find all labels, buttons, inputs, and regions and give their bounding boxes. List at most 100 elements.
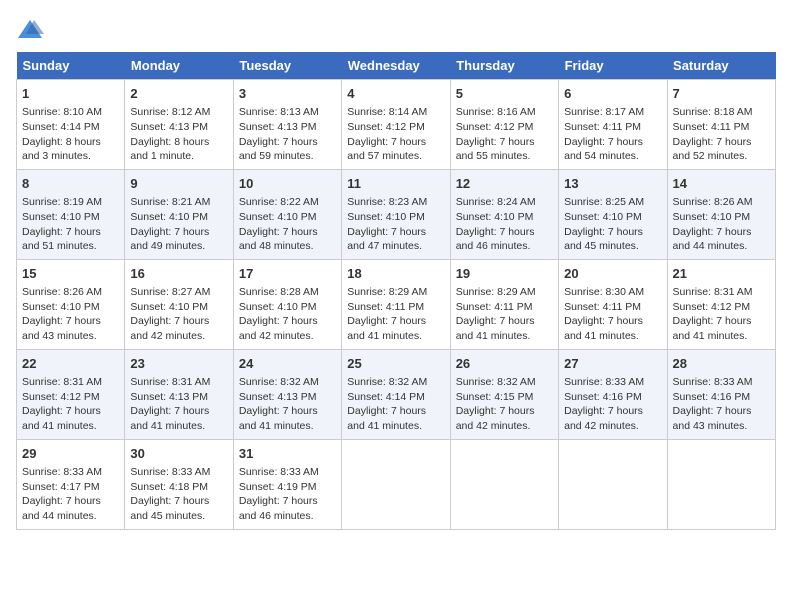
sunrise-text: Sunrise: 8:28 AM (239, 286, 319, 298)
sunset-text: Sunset: 4:10 PM (22, 301, 100, 313)
sunset-text: Sunset: 4:18 PM (130, 481, 208, 493)
sunrise-text: Sunrise: 8:27 AM (130, 286, 210, 298)
sunset-text: Sunset: 4:11 PM (347, 301, 424, 313)
sunset-text: Sunset: 4:17 PM (22, 481, 100, 493)
daylight-text: Daylight: 7 hours and 41 minutes. (456, 315, 535, 342)
calendar-cell: 25 Sunrise: 8:32 AM Sunset: 4:14 PM Dayligh… (342, 349, 450, 439)
calendar-cell: 3Sunrise: 8:13 AMSunset: 4:13 PMDaylight… (233, 80, 341, 170)
calendar-cell: 20Sunrise: 8:30 AMSunset: 4:11 PMDayligh… (559, 259, 667, 349)
day-number: 8 (22, 175, 119, 193)
daylight-text: Daylight: 7 hours and 54 minutes. (564, 136, 643, 163)
daylight-text: Daylight: 7 hours and 45 minutes. (564, 226, 643, 253)
sunset-text: Sunset: 4:16 PM (564, 391, 642, 403)
daylight-text: Daylight: 7 hours and 52 minutes. (673, 136, 752, 163)
day-number: 2 (130, 85, 227, 103)
week-row: 22Sunrise: 8:31 AMSunset: 4:12 PMDayligh… (17, 349, 776, 439)
daylight-text: Daylight: 8 hours and 1 minute. (130, 136, 209, 163)
calendar-cell (450, 439, 558, 529)
sunrise-text: Sunrise: 8:19 AM (22, 196, 102, 208)
day-number: 6 (564, 85, 661, 103)
calendar-cell: 5Sunrise: 8:16 AMSunset: 4:12 PMDaylight… (450, 80, 558, 170)
day-number: 27 (564, 355, 661, 373)
calendar-cell: 10Sunrise: 8:22 AMSunset: 4:10 PMDayligh… (233, 169, 341, 259)
sunset-text: Sunset: 4:12 PM (673, 301, 751, 313)
sunset-text: Sunset: 4:10 PM (130, 211, 208, 223)
sunrise-text: Sunrise: 8:29 AM (347, 286, 427, 298)
sunrise-text: Sunrise: 8:33 AM (130, 466, 210, 478)
daylight-text: Daylight: 7 hours and 41 minutes. (347, 405, 426, 432)
day-number: 28 (673, 355, 770, 373)
sunset-text: Sunset: 4:14 PM (22, 121, 100, 133)
sunrise-text: Sunrise: 8:17 AM (564, 106, 644, 118)
sunrise-text: Sunrise: 8:32 AM (347, 376, 427, 388)
sunrise-text: Sunrise: 8:16 AM (456, 106, 536, 118)
day-header-friday: Friday (559, 52, 667, 80)
day-number: 11 (347, 175, 444, 193)
calendar-cell (342, 439, 450, 529)
calendar-cell: 4Sunrise: 8:14 AMSunset: 4:12 PMDaylight… (342, 80, 450, 170)
daylight-text: Daylight: 7 hours and 41 minutes. (130, 405, 209, 432)
daylight-text: Daylight: 8 hours and 3 minutes. (22, 136, 101, 163)
logo (16, 16, 48, 44)
calendar-cell: 29Sunrise: 8:33 AMSunset: 4:17 PMDayligh… (17, 439, 125, 529)
calendar-cell: 24Sunrise: 8:32 AMSunset: 4:13 PMDayligh… (233, 349, 341, 439)
day-number: 4 (347, 85, 444, 103)
sunrise-text: Sunrise: 8:23 AM (347, 196, 427, 208)
calendar-cell: 28Sunrise: 8:33 AMSunset: 4:16 PMDayligh… (667, 349, 775, 439)
calendar-cell: 30Sunrise: 8:33 AMSunset: 4:18 PMDayligh… (125, 439, 233, 529)
day-header-thursday: Thursday (450, 52, 558, 80)
sunrise-text: Sunrise: 8:24 AM (456, 196, 536, 208)
daylight-text: Daylight: 7 hours and 41 minutes. (239, 405, 318, 432)
calendar-cell: 21Sunrise: 8:31 AMSunset: 4:12 PMDayligh… (667, 259, 775, 349)
calendar-cell: 14Sunrise: 8:26 AMSunset: 4:10 PMDayligh… (667, 169, 775, 259)
day-number: 23 (130, 355, 227, 373)
calendar-cell: 9Sunrise: 8:21 AMSunset: 4:10 PMDaylight… (125, 169, 233, 259)
day-header-wednesday: Wednesday (342, 52, 450, 80)
day-number: 14 (673, 175, 770, 193)
day-number: 10 (239, 175, 336, 193)
calendar-cell: 23Sunrise: 8:31 AMSunset: 4:13 PMDayligh… (125, 349, 233, 439)
daylight-text: Daylight: 7 hours and 42 minutes. (239, 315, 318, 342)
sunrise-text: Sunrise: 8:33 AM (239, 466, 319, 478)
day-number: 22 (22, 355, 119, 373)
day-header-sunday: Sunday (17, 52, 125, 80)
calendar-cell: 27Sunrise: 8:33 AMSunset: 4:16 PMDayligh… (559, 349, 667, 439)
daylight-text: Daylight: 7 hours and 55 minutes. (456, 136, 535, 163)
day-number: 29 (22, 445, 119, 463)
day-number: 24 (239, 355, 336, 373)
sunset-text: Sunset: 4:16 PM (673, 391, 751, 403)
daylight-text: Daylight: 7 hours and 47 minutes. (347, 226, 426, 253)
daylight-text: Daylight: 7 hours and 59 minutes. (239, 136, 318, 163)
sunset-text: Sunset: 4:13 PM (130, 121, 208, 133)
calendar-cell: 15Sunrise: 8:26 AMSunset: 4:10 PMDayligh… (17, 259, 125, 349)
sunrise-text: Sunrise: 8:21 AM (130, 196, 210, 208)
sunset-text: Sunset: 4:10 PM (673, 211, 751, 223)
calendar-table: SundayMondayTuesdayWednesdayThursdayFrid… (16, 52, 776, 530)
day-number: 13 (564, 175, 661, 193)
daylight-text: Daylight: 7 hours and 41 minutes. (673, 315, 752, 342)
daylight-text: Daylight: 7 hours and 46 minutes. (239, 495, 318, 522)
sunset-text: Sunset: 4:14 PM (347, 391, 425, 403)
sunrise-text: Sunrise: 8:18 AM (673, 106, 753, 118)
sunrise-text: Sunrise: 8:33 AM (22, 466, 102, 478)
week-row: 1Sunrise: 8:10 AMSunset: 4:14 PMDaylight… (17, 80, 776, 170)
daylight-text: Daylight: 7 hours and 41 minutes. (564, 315, 643, 342)
day-number: 9 (130, 175, 227, 193)
day-header-saturday: Saturday (667, 52, 775, 80)
logo-icon (16, 16, 44, 44)
calendar-cell: 17Sunrise: 8:28 AMSunset: 4:10 PMDayligh… (233, 259, 341, 349)
sunrise-text: Sunrise: 8:31 AM (130, 376, 210, 388)
sunset-text: Sunset: 4:11 PM (456, 301, 533, 313)
day-number: 25 (347, 355, 444, 373)
sunrise-text: Sunrise: 8:26 AM (22, 286, 102, 298)
sunrise-text: Sunrise: 8:30 AM (564, 286, 644, 298)
daylight-text: Daylight: 7 hours and 43 minutes. (673, 405, 752, 432)
sunrise-text: Sunrise: 8:32 AM (239, 376, 319, 388)
sunrise-text: Sunrise: 8:13 AM (239, 106, 319, 118)
daylight-text: Daylight: 7 hours and 44 minutes. (673, 226, 752, 253)
sunrise-text: Sunrise: 8:32 AM (456, 376, 536, 388)
sunset-text: Sunset: 4:12 PM (456, 121, 534, 133)
week-row: 8 Sunrise: 8:19 AM Sunset: 4:10 PM Daylight… (17, 169, 776, 259)
sunset-text: Sunset: 4:12 PM (347, 121, 425, 133)
sunset-text: Sunset: 4:19 PM (239, 481, 317, 493)
